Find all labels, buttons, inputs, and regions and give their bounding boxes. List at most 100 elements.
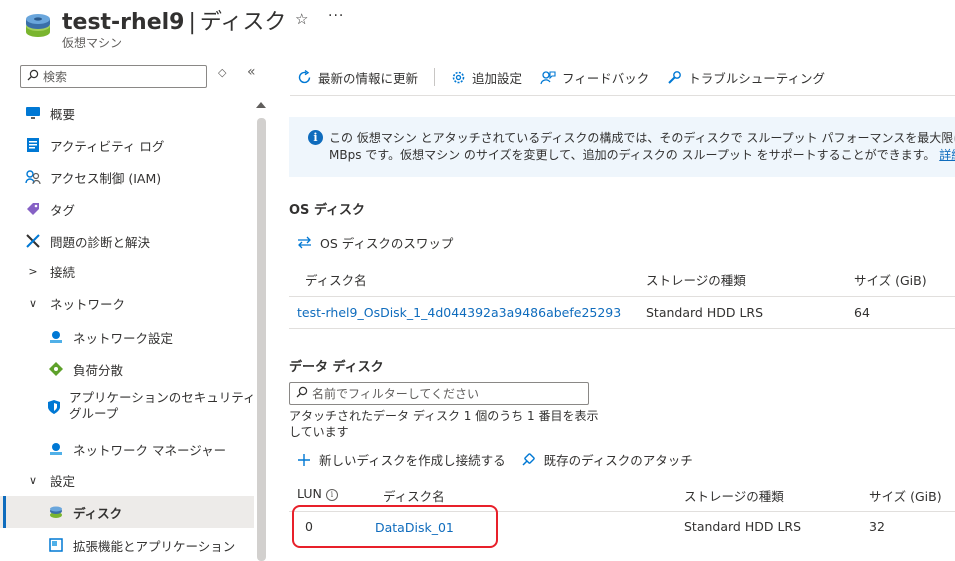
table-divider bbox=[289, 296, 955, 297]
attach-existing-label: 既存のディスクのアタッチ bbox=[543, 453, 693, 468]
data-disk-title: データ ディスク bbox=[289, 360, 384, 375]
sidebar-item-label: アクセス制御 (IAM) bbox=[50, 170, 162, 186]
refresh-label: 最新の情報に更新 bbox=[318, 70, 419, 86]
info-line-1: この 仮想マシン とアタッチされているディスクの構成では、そのディスクで スルー… bbox=[329, 131, 955, 145]
sidebar-item-label: アプリケーションのセキュリティ bbox=[69, 390, 256, 405]
os-col-size: サイズ (GiB) bbox=[854, 273, 927, 288]
info-icon[interactable]: i bbox=[325, 488, 338, 501]
vm-disk-icon bbox=[24, 12, 52, 40]
sidebar-item-label: 問題の診断と解決 bbox=[50, 234, 151, 250]
sidebar-item-iam[interactable]: アクセス制御 (IAM) bbox=[0, 166, 254, 188]
col-disk-name: ディスク名 bbox=[383, 489, 445, 504]
sidebar-scrollbar[interactable] bbox=[257, 118, 266, 561]
col-lun-label: LUN bbox=[297, 486, 322, 501]
search-input[interactable] bbox=[43, 69, 193, 84]
resource-type: 仮想マシン bbox=[62, 36, 123, 50]
disk-icon bbox=[47, 503, 65, 521]
col-storage: ストレージの種類 bbox=[684, 489, 784, 504]
col-size: サイズ (GiB) bbox=[869, 489, 942, 504]
sidebar-item-label: ネットワーク bbox=[50, 296, 126, 312]
sidebar-item-asg[interactable]: アプリケーションのセキュリティ グループ bbox=[0, 390, 256, 426]
sidebar-item-label: 拡張機能とアプリケーション bbox=[73, 538, 236, 554]
chevron-down-icon: ∨ bbox=[28, 296, 38, 310]
refresh-icon bbox=[297, 69, 312, 85]
settings-label: 追加設定 bbox=[472, 70, 523, 86]
filter-input[interactable] bbox=[312, 386, 582, 401]
info-line-2: MBps です。仮想マシン のサイズを変更して、追加のディスクの スループット … bbox=[329, 148, 936, 162]
expand-collapse-icon[interactable]: ◇ bbox=[218, 66, 226, 79]
sidebar-item-diagnose[interactable]: 問題の診断と解決 bbox=[0, 230, 254, 252]
sidebar-item-label: ディスク bbox=[73, 505, 123, 521]
sidebar-item-label-line2: グループ bbox=[69, 406, 119, 421]
feedback-label: フィードバック bbox=[562, 70, 650, 86]
sidebar-item-extensions[interactable]: 拡張機能とアプリケーション bbox=[0, 534, 254, 556]
network-manager-icon bbox=[47, 440, 65, 458]
page-name: ディスク bbox=[199, 10, 287, 35]
attach-icon bbox=[520, 452, 536, 468]
load-balancer-icon bbox=[47, 360, 65, 378]
troubleshoot-label: トラブルシューティング bbox=[688, 70, 826, 86]
activity-log-icon bbox=[24, 136, 42, 154]
wrench-icon bbox=[24, 232, 42, 250]
more-icon[interactable]: ··· bbox=[328, 8, 344, 24]
sidebar-item-tags[interactable]: タグ bbox=[0, 198, 254, 220]
collapse-sidebar-icon[interactable]: « bbox=[247, 64, 256, 80]
sidebar-search[interactable] bbox=[20, 65, 207, 88]
os-col-storage: ストレージの種類 bbox=[646, 273, 746, 288]
additional-settings-button[interactable]: 追加設定 bbox=[451, 68, 522, 87]
feedback-button[interactable]: フィードバック bbox=[540, 68, 649, 87]
attach-existing-button[interactable]: 既存のディスクのアタッチ bbox=[520, 450, 693, 469]
plus-icon bbox=[297, 453, 311, 467]
sidebar-item-network-settings[interactable]: ネットワーク設定 bbox=[0, 326, 254, 348]
sidebar-item-label: 負荷分散 bbox=[73, 362, 124, 378]
search-icon bbox=[27, 69, 39, 85]
filter-box[interactable] bbox=[289, 382, 589, 405]
troubleshoot-button[interactable]: トラブルシューティング bbox=[667, 68, 825, 87]
sidebar-item-label: ネットワーク設定 bbox=[73, 330, 174, 346]
sidebar-item-load-balancing[interactable]: 負荷分散 bbox=[0, 358, 254, 380]
refresh-button[interactable]: 最新の情報に更新 bbox=[297, 68, 418, 87]
toolbar-divider bbox=[434, 68, 436, 86]
sidebar-item-activity-log[interactable]: アクティビティ ログ bbox=[0, 134, 254, 156]
sidebar-item-label-group: アプリケーションのセキュリティ グループ bbox=[69, 390, 256, 422]
learn-more-link[interactable]: 詳細情報 bbox=[939, 148, 955, 162]
os-disk-size: 64 bbox=[854, 305, 870, 320]
search-icon bbox=[296, 386, 308, 402]
sidebar-group-network[interactable]: ∨ ネットワーク bbox=[0, 292, 254, 314]
people-icon bbox=[24, 168, 42, 186]
swap-icon bbox=[297, 236, 312, 249]
scroll-up-arrow[interactable] bbox=[256, 102, 266, 108]
create-attach-label: 新しいディスクを作成し接続する bbox=[319, 453, 506, 468]
data-disk-size: 32 bbox=[869, 519, 885, 534]
sidebar-item-label: タグ bbox=[50, 202, 76, 218]
tag-icon bbox=[24, 200, 42, 218]
sidebar-item-label: 設定 bbox=[50, 473, 76, 489]
info-banner: i この 仮想マシン とアタッチされているディスクの構成では、そのディスクで ス… bbox=[289, 117, 955, 177]
title-separator: | bbox=[188, 10, 196, 35]
sidebar-item-network-manager[interactable]: ネットワーク マネージャー bbox=[0, 438, 254, 460]
sidebar-item-disks[interactable]: ディスク bbox=[0, 496, 254, 528]
page-title: test-rhel9 | ディスク bbox=[62, 4, 286, 36]
active-indicator bbox=[3, 496, 6, 528]
table-divider bbox=[289, 328, 955, 329]
data-disk-actions: 新しいディスクを作成し接続する 既存のディスクのアタッチ bbox=[297, 450, 707, 469]
command-bar: 最新の情報に更新 追加設定 フィードバック トラブルシューティング bbox=[297, 66, 843, 88]
info-icon: i bbox=[308, 130, 323, 145]
shield-icon bbox=[47, 398, 61, 416]
sidebar-item-label: 接続 bbox=[50, 264, 76, 280]
os-col-name: ディスク名 bbox=[305, 273, 367, 288]
swap-os-disk-button[interactable]: OS ディスクのスワップ bbox=[297, 233, 453, 252]
sidebar-item-overview[interactable]: 概要 bbox=[0, 102, 254, 124]
wrench-icon bbox=[667, 70, 682, 85]
create-attach-button[interactable]: 新しいディスクを作成し接続する bbox=[297, 450, 506, 469]
gear-icon bbox=[451, 70, 466, 85]
sidebar-group-connect[interactable]: > 接続 bbox=[0, 260, 254, 282]
star-icon[interactable]: ☆ bbox=[295, 10, 308, 28]
toolbar-divider-line bbox=[290, 95, 955, 96]
monitor-icon bbox=[24, 104, 42, 122]
sidebar-group-settings[interactable]: ∨ 設定 bbox=[0, 469, 254, 491]
sidebar-item-label: ネットワーク マネージャー bbox=[73, 442, 227, 458]
network-settings-icon bbox=[47, 328, 65, 346]
os-disk-link[interactable]: test-rhel9_OsDisk_1_4d044392a3a9486abefe… bbox=[297, 305, 621, 320]
info-message: この 仮想マシン とアタッチされているディスクの構成では、そのディスクで スルー… bbox=[329, 130, 955, 165]
